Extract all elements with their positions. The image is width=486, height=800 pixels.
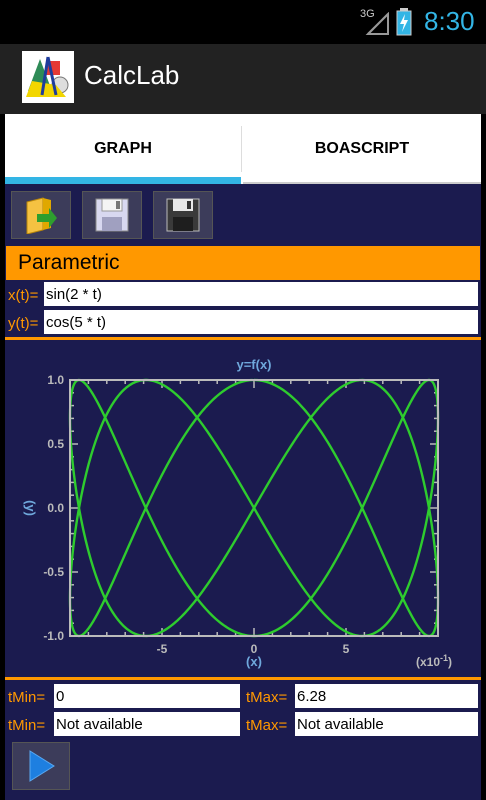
tab-bar: GRAPH BOASCRIPT	[5, 114, 481, 184]
tmin-secondary-label: tMin=	[8, 717, 46, 734]
x-tick-label: 5	[343, 642, 350, 656]
save-button[interactable]	[82, 191, 142, 239]
y-tick-label: 0.5	[47, 437, 64, 451]
tmax-secondary-label: tMax=	[246, 717, 288, 734]
save-as-button[interactable]	[153, 191, 213, 239]
y-tick-label: -0.5	[43, 565, 64, 579]
app-title: CalcLab	[84, 60, 180, 90]
x-tick-label: -5	[157, 642, 168, 656]
chart-title: y=f(x)	[236, 357, 271, 372]
x-multiplier-base: (x10	[416, 655, 440, 669]
divider-bottom	[5, 677, 481, 680]
tmin-label: tMin=	[8, 689, 46, 706]
y-function-label: y(t)=	[8, 315, 39, 332]
open-button[interactable]	[11, 191, 71, 239]
run-button[interactable]	[12, 742, 70, 790]
y-axis-label: (y)	[23, 500, 38, 516]
x-axis-multiplier: (x10-1)	[416, 653, 452, 669]
divider-top	[5, 337, 481, 340]
battery-charging-icon	[396, 8, 412, 36]
save-disk-dark-icon	[166, 198, 200, 232]
y-tick-label: -1.0	[43, 629, 64, 643]
tmax-input[interactable]	[295, 684, 478, 708]
y-tick-label: 1.0	[47, 373, 64, 387]
tab-selected-indicator	[5, 177, 241, 184]
tab-divider	[241, 126, 242, 172]
folder-open-icon	[26, 197, 57, 234]
status-bar: 3G 8:30	[0, 0, 486, 44]
graph-plot[interactable]: y=f(x) -5 0 51.00.50.0-0.5-1.0 (y) (x) (x1…	[6, 342, 480, 676]
x-axis-label: (x)	[246, 654, 262, 669]
play-icon	[29, 750, 55, 782]
parametric-curve	[68, 378, 440, 638]
app-icon[interactable]	[22, 51, 74, 103]
signal-icon	[365, 12, 389, 35]
section-title: Parametric	[6, 246, 480, 280]
tmin-input[interactable]	[54, 684, 240, 708]
tmax-secondary-input[interactable]	[295, 712, 478, 736]
tab-graph[interactable]: GRAPH	[5, 114, 241, 184]
tab-boascript[interactable]: BOASCRIPT	[243, 114, 481, 184]
y-function-input[interactable]	[44, 310, 478, 334]
x-function-input[interactable]	[44, 282, 478, 306]
x-multiplier-exponent: -1	[440, 653, 448, 663]
tmin-secondary-input[interactable]	[54, 712, 240, 736]
clock: 8:30	[424, 6, 475, 36]
y-tick-label: 0.0	[47, 501, 64, 515]
tmax-label: tMax=	[246, 689, 288, 706]
save-disk-icon	[95, 198, 129, 232]
x-multiplier-close: )	[448, 655, 452, 669]
x-function-label: x(t)=	[8, 287, 39, 304]
